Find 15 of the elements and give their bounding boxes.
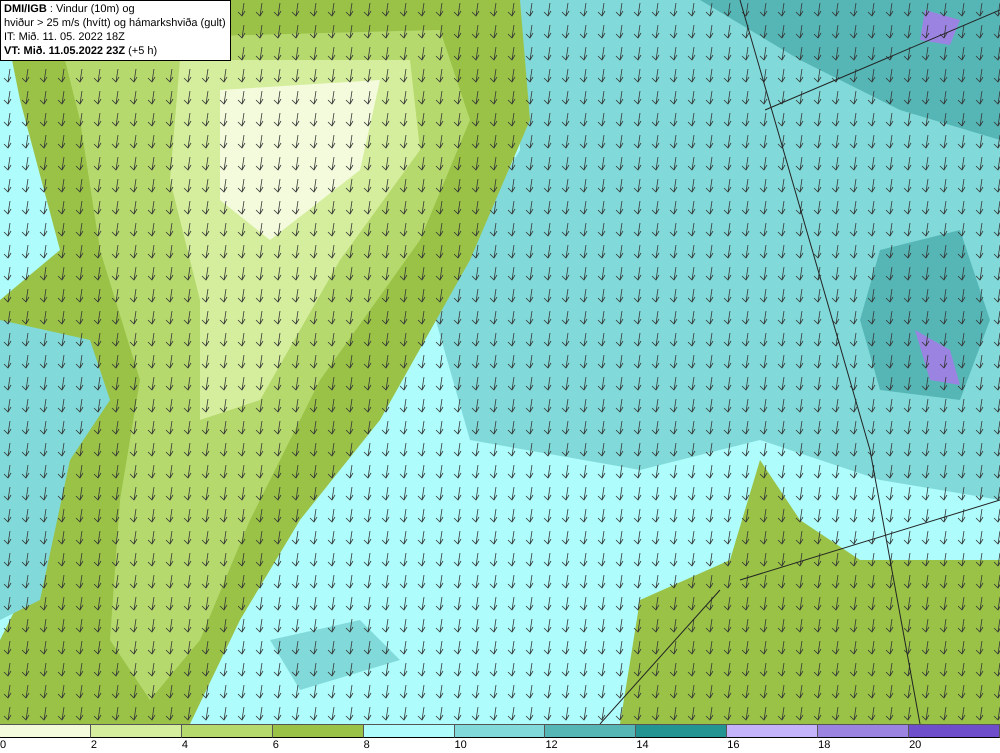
tick-label: 18 [818,738,830,752]
tick-label: 0 [0,738,6,752]
legend-text: VT: Mið. 11.05.2022 23Z (+5 h) [4,44,158,58]
tick-label: 4 [182,738,188,752]
tick-label: 12 [545,738,558,752]
tick-label: 8 [364,738,370,752]
legend-text: DMI/IGB : Vindur (10m) og [4,2,136,16]
tick-label: 14 [636,738,649,752]
tick-label: 2 [90,738,98,752]
legend-text: hviður > 25 m/s (hvítt) og hámarkshviða (gult) [4,16,226,30]
tick-label: 6 [272,738,279,752]
tick-label: 16 [727,738,740,752]
tick-label: 20 [909,738,922,752]
legend-text: IT: Mið. 11. 05. 2022 18Z [4,30,126,44]
tick-label: 10 [454,738,467,752]
